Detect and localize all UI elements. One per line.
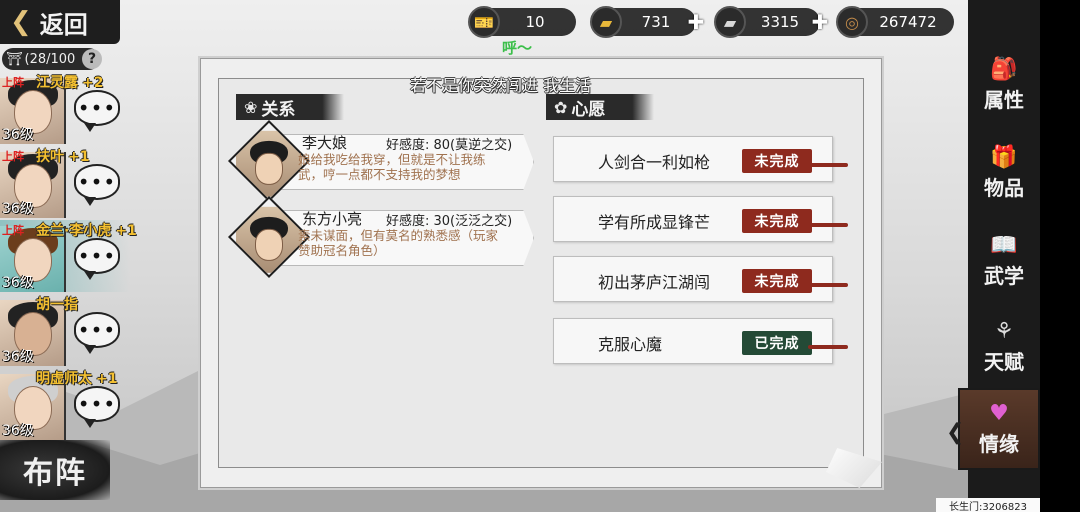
chevron-left-icon: ❮ [10, 7, 32, 37]
gift-box-icon: 🎁 [990, 145, 1018, 170]
companion-level: 36级 [2, 201, 34, 217]
add-gold-icon[interactable]: ✚ [686, 10, 706, 34]
onfield-tag: 上阵 [2, 150, 24, 163]
wish-status-incomplete: 未完成 [742, 149, 812, 173]
wish-text: 人剑合一利如枪 [598, 153, 711, 172]
relation-item[interactable]: 东方小亮 好感度: 30(泛泛之交) 素未谋面，但有莫名的熟悉感（玩家赞助冠名角… [227, 195, 536, 279]
relation-item[interactable]: 李大娘 好感度: 80(莫逆之交) 娘给我吃给我穿，但就是不让我练武，哼一点都不… [227, 119, 536, 203]
companion-name: 江灵露 +2 [36, 75, 104, 91]
chat-bubble-icon[interactable]: ••• [74, 164, 120, 206]
companion-item[interactable]: 上阵 江灵露 +2 36级 ••• [0, 72, 130, 144]
menu-attributes[interactable]: 🎒 属性 [968, 44, 1040, 126]
wish-status-complete: 已完成 [742, 331, 812, 355]
wish-text: 初出茅庐江湖闯 [598, 273, 711, 292]
relation-favor: 好感度: 30(泛泛之交) [386, 214, 513, 229]
wish-item[interactable]: 初出茅庐江湖闯 未完成 [553, 256, 848, 302]
companion-name: 扶叶 +1 [36, 149, 90, 165]
wish-text: 学有所成显锋芒 [598, 213, 711, 232]
companion-name: 明虚师太 +1 [36, 371, 118, 387]
menu-items[interactable]: 🎁 物品 [968, 132, 1040, 214]
wish-status-incomplete: 未完成 [742, 269, 812, 293]
relation-favor: 好感度: 80(莫逆之交) [386, 138, 513, 153]
copper-coin-icon: ◎ [836, 6, 868, 38]
companion-level: 36级 [2, 423, 34, 439]
companion-item[interactable]: 上阵 金兰·李小虎 +1 36级 ••• [0, 220, 137, 292]
heart-icon: ♥ [989, 401, 1009, 426]
companion-level: 36级 [2, 275, 34, 291]
swirl-icon: ❀ [244, 97, 258, 117]
currency-gold: ▰ 731 ✚ [590, 6, 704, 38]
companion-item[interactable]: 上阵 扶叶 +1 36级 ••• [0, 146, 130, 218]
ribbon-tail [808, 345, 848, 349]
chevron-left-icon: ❮ [946, 420, 965, 445]
ribbon-tail [808, 283, 848, 287]
companion-name: 胡一指 [36, 297, 78, 313]
sect-id-label: 长生门:3206823 [936, 498, 1040, 512]
chat-bubble-icon[interactable]: ••• [74, 386, 120, 428]
floating-exclamation: 呼〜 [502, 39, 533, 57]
currency-silver: ▰ 3315 ✚ [714, 6, 828, 38]
bag-icon: 🎒 [990, 57, 1018, 82]
branch-icon: ⚘ [994, 319, 1014, 344]
relation-description: 素未谋面，但有莫名的熟悉感（玩家赞助冠名角色） [298, 228, 499, 258]
book-icon: 📖 [990, 233, 1018, 258]
wish-status-incomplete: 未完成 [742, 209, 812, 233]
companion-level: 36级 [2, 127, 34, 143]
wish-item[interactable]: 克服心魔 已完成 [553, 318, 848, 364]
companion-item[interactable]: 胡一指 36级 ••• [0, 294, 130, 366]
wish-item[interactable]: 学有所成显锋芒 未完成 [553, 196, 848, 242]
dialog-subtitle: 若不是你突然闯进 我生活 [410, 76, 592, 95]
relation-name: 东方小亮 [302, 210, 363, 228]
relation-name: 李大娘 [302, 134, 348, 152]
wish-text: 克服心魔 [598, 335, 663, 354]
back-label: 返回 [39, 10, 88, 39]
relations-section-title: ❀ 关系 [236, 94, 344, 120]
ribbon-tail [808, 223, 848, 227]
onfield-tag: 上阵 [2, 224, 24, 237]
help-icon[interactable]: ? [82, 49, 102, 69]
relation-description: 娘给我吃给我穿，但就是不让我练武，哼一点都不支持我的梦想 [298, 152, 486, 182]
onfield-tag: 上阵 [2, 76, 24, 89]
companion-item[interactable]: 明虚师太 +1 36级 ••• [0, 368, 130, 440]
companion-level: 36级 [2, 349, 34, 365]
add-silver-icon[interactable]: ✚ [810, 10, 830, 34]
menu-martial-arts[interactable]: 📖 武学 [968, 220, 1040, 302]
gold-ingot-icon: ▰ [590, 6, 622, 38]
wish-item[interactable]: 人剑合一利如枪 未完成 [553, 136, 848, 182]
formation-button[interactable]: 布阵 [0, 440, 110, 500]
silver-ingot-icon: ▰ [714, 6, 746, 38]
currency-copper: ◎ 267472 [836, 6, 954, 38]
chat-bubble-icon[interactable]: ••• [74, 238, 120, 280]
companion-name: 金兰·李小虎 +1 [36, 223, 137, 239]
ribbon-tail [808, 163, 848, 167]
menu-affinity[interactable]: ❮ ♥ 情缘 [946, 388, 1040, 470]
capacity-value: (28/100 [24, 51, 76, 67]
screen-edge [1040, 0, 1080, 512]
capacity-icon: ⛩ [6, 51, 23, 67]
currency-ticket: 🎫 10 [468, 6, 576, 38]
lotus-icon: ✿ [554, 97, 568, 117]
chat-bubble-icon[interactable]: ••• [74, 312, 120, 354]
wishes-section-title: ✿ 心愿 [546, 94, 654, 120]
menu-talents[interactable]: ⚘ 天赋 [968, 306, 1040, 388]
ticket-icon: 🎫 [468, 6, 500, 38]
chat-bubble-icon[interactable]: ••• [74, 90, 120, 132]
back-button[interactable]: ❮ 返回 [0, 0, 120, 44]
